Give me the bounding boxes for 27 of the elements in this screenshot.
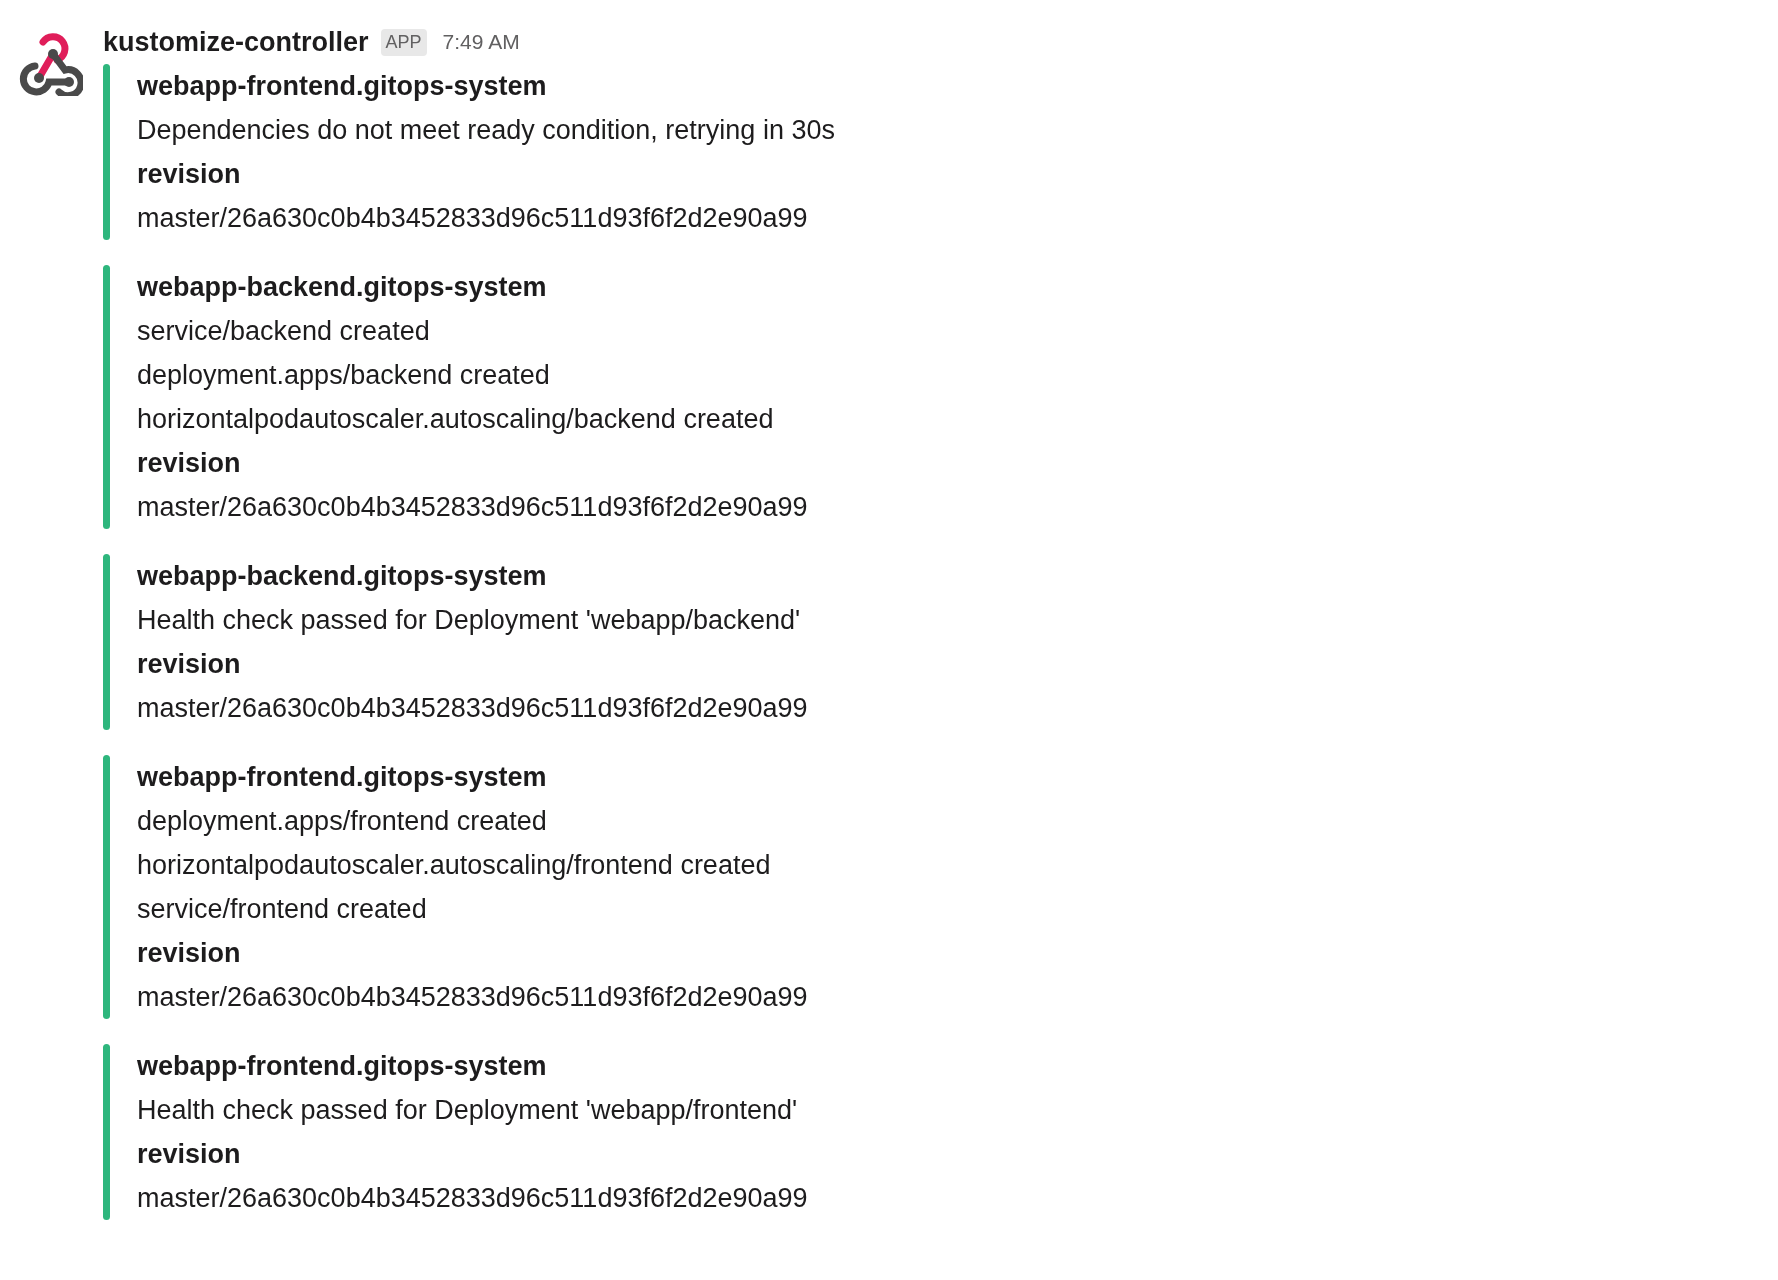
sender-name[interactable]: kustomize-controller xyxy=(103,21,369,63)
field-title: revision xyxy=(137,648,242,681)
field-title: revision xyxy=(137,447,242,480)
attachment-text: service/frontend created xyxy=(137,893,428,926)
field-title: revision xyxy=(137,937,242,970)
field-value: master/26a630c0b4b3452833d96c511d93f6f2d2e90a99 xyxy=(137,692,808,725)
field-value: master/26a630c0b4b3452833d96c511d93f6f2d2e90a99 xyxy=(137,202,809,235)
attachment-title: webapp-backend.gitops-system xyxy=(137,560,548,593)
attachment-text: service/backend created xyxy=(137,315,431,348)
attachment-title: webapp-frontend.gitops-system xyxy=(137,70,548,103)
field-title: revision xyxy=(137,158,242,191)
attachment-text: Dependencies do not meet ready condition, retrying in 30s xyxy=(137,114,835,147)
attachment-text: deployment.apps/frontend created xyxy=(137,805,548,838)
attachment-title: webapp-frontend.gitops-system xyxy=(137,761,548,794)
field-value: master/26a630c0b4b3452833d96c511d93f6f2d2e90a99 xyxy=(137,981,808,1014)
attachment-text: Health check passed for Deployment 'webapp/backend' xyxy=(137,604,802,637)
field-title: revision xyxy=(137,1138,242,1171)
attachment-text: deployment.apps/backend created xyxy=(137,359,551,392)
field-value: master/26a630c0b4b3452833d96c511d93f6f2d2e90a99 xyxy=(137,1182,808,1215)
app-badge: APP xyxy=(380,28,427,56)
field-value: master/26a630c0b4b3452833d96c511d93f6f2d2e90a99 xyxy=(137,491,808,524)
timestamp[interactable]: 7:49 AM xyxy=(442,26,520,58)
attachment-text: horizontalpodautoscaler.autoscaling/backend created xyxy=(137,403,775,436)
attachment-title: webapp-backend.gitops-system xyxy=(137,271,548,304)
attachment-text: horizontalpodautoscaler.autoscaling/frontend created xyxy=(137,849,772,882)
attachment-title: webapp-frontend.gitops-system xyxy=(137,1050,548,1083)
attachment-text: Health check passed for Deployment 'webapp/frontend' xyxy=(137,1094,799,1127)
